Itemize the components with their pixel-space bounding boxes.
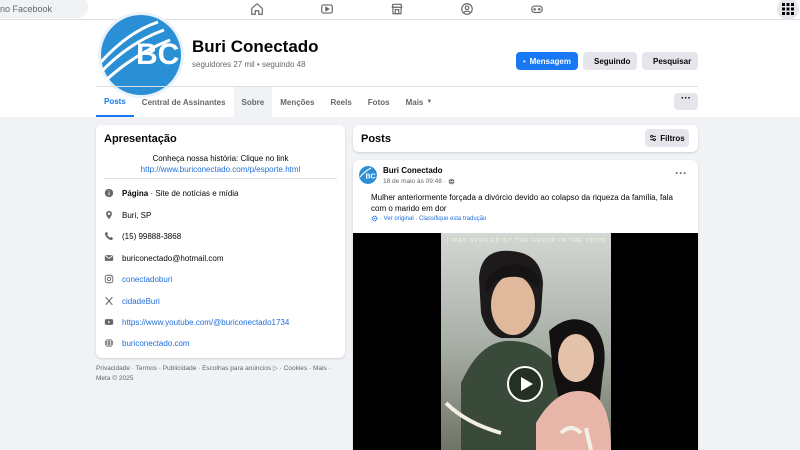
intro-title: Apresentação [104,133,177,145]
globe-icon [104,338,114,348]
intro-card: Apresentação Conheça nossa história: Cli… [96,125,345,358]
video-thumbnail: I WAS SPOILED BY THE GROUP IN THE 1970S [441,233,611,450]
posts-header-card: Posts Filtros [353,125,698,152]
info-page-type: Página · Site de notícias e mídia [104,188,239,198]
gaming-icon[interactable] [530,2,544,16]
info-website[interactable]: buriconectado.com [104,338,190,348]
post-avatar-text: BC [366,174,376,181]
location-text: Buri, SP [122,210,152,220]
translation-links[interactable]: · Ver original · Classifique esta traduç… [371,215,486,222]
search-input[interactable]: no Facebook [0,0,88,18]
instagram-link[interactable]: conectadoburi [122,275,172,284]
groups-icon[interactable] [460,2,474,16]
post-card: BC Buri Conectado 18 de maio às 09:48 · … [353,160,698,450]
bio-link[interactable]: http://www.buriconectado.com/p/esporte.h… [104,164,337,175]
grid-menu-icon[interactable] [777,0,799,20]
tab-mentions[interactable]: Menções [272,87,322,117]
avatar-logo-text: BC [136,38,179,71]
filters-button[interactable]: Filtros [645,129,689,147]
post-author-name[interactable]: Buri Conectado [383,166,443,175]
post-time-text: 18 de maio às 09:48 · [383,178,446,185]
info-phone: (15) 99888-3868 [104,231,181,241]
tab-more-label: Mais [405,97,424,107]
bio-divider [104,178,337,179]
filters-button-label: Filtros [660,133,685,143]
page-type-label: Página [122,188,149,198]
info-twitter[interactable]: cidadeBuri [104,296,160,306]
video-caption: I WAS SPOILED BY THE GROUP IN THE 1970S [447,238,607,244]
page-type-value: · Site de notícias e mídia [148,188,239,198]
tab-about[interactable]: Sobre [233,87,273,117]
marketplace-icon[interactable] [390,2,404,16]
email-icon [104,255,114,261]
following-button[interactable]: Seguindo [583,52,637,70]
post-timestamp[interactable]: 18 de maio às 09:48 · [383,178,455,185]
home-icon[interactable] [250,2,264,16]
profile-tabs: Posts Central de Assinantes Sobre Mençõe… [96,87,440,117]
youtube-icon [104,319,114,325]
youtube-link[interactable]: https://www.youtube.com/@buriconectado17… [122,318,289,327]
page-search-button[interactable]: Pesquisar [642,52,698,70]
messenger-icon [523,59,526,63]
instagram-icon [104,274,114,284]
info-icon [104,188,114,198]
website-link[interactable]: buriconectado.com [122,339,190,348]
video-icon[interactable] [320,2,334,16]
page-search-button-label: Pesquisar [653,56,692,66]
phone-text: (15) 99888-3868 [122,231,182,241]
twitter-link[interactable]: cidadeBuri [122,297,160,306]
more-options-button[interactable]: ··· [674,93,698,110]
intro-bio: Conheça nossa história: Clique no link h… [104,153,337,175]
footer-links[interactable]: Privacidade · Termos · Publicidade · Esc… [96,364,336,384]
message-button-label: Mensagem [529,56,571,66]
info-youtube[interactable]: https://www.youtube.com/@buriconectado17… [104,317,289,327]
following-button-label: Seguindo [594,56,631,66]
info-location: Buri, SP [104,210,151,220]
post-author-avatar[interactable]: BC [359,166,377,184]
tab-posts[interactable]: Posts [96,87,134,117]
info-instagram[interactable]: conectadoburi [104,274,172,284]
post-options-icon[interactable]: ··· [675,166,687,180]
translation-text[interactable]: · Ver original · Classifique esta traduç… [380,216,486,222]
location-pin-icon [106,210,112,220]
tab-reels[interactable]: Reels [322,87,359,117]
email-text: buriconectado@hotmail.com [122,253,224,263]
caret-down-icon: ▼ [426,98,433,105]
gear-icon [371,215,378,222]
info-email: buriconectado@hotmail.com [104,253,224,263]
phone-icon [104,231,114,241]
post-video[interactable]: I WAS SPOILED BY THE GROUP IN THE 1970S [353,233,698,450]
filter-sliders-icon [650,134,657,142]
tab-subscribers[interactable]: Central de Assinantes [134,87,234,117]
public-globe-icon [448,178,455,185]
page-title: Buri Conectado [192,37,319,56]
play-icon[interactable] [507,366,543,402]
tab-more[interactable]: Mais ▼ [398,87,441,117]
bio-text: Conheça nossa história: Clique no link [152,154,289,163]
post-text: Mulher anteriormente forçada a divórcio … [371,193,673,213]
posts-title: Posts [361,133,391,145]
tab-photos[interactable]: Fotos [360,87,398,117]
profile-header: BC Buri Conectado seguidores 27 mil • se… [0,12,800,117]
x-twitter-icon [105,296,113,306]
message-button[interactable]: Mensagem [516,52,578,70]
followers-count: seguidores 27 mil • seguindo 48 [192,60,306,69]
